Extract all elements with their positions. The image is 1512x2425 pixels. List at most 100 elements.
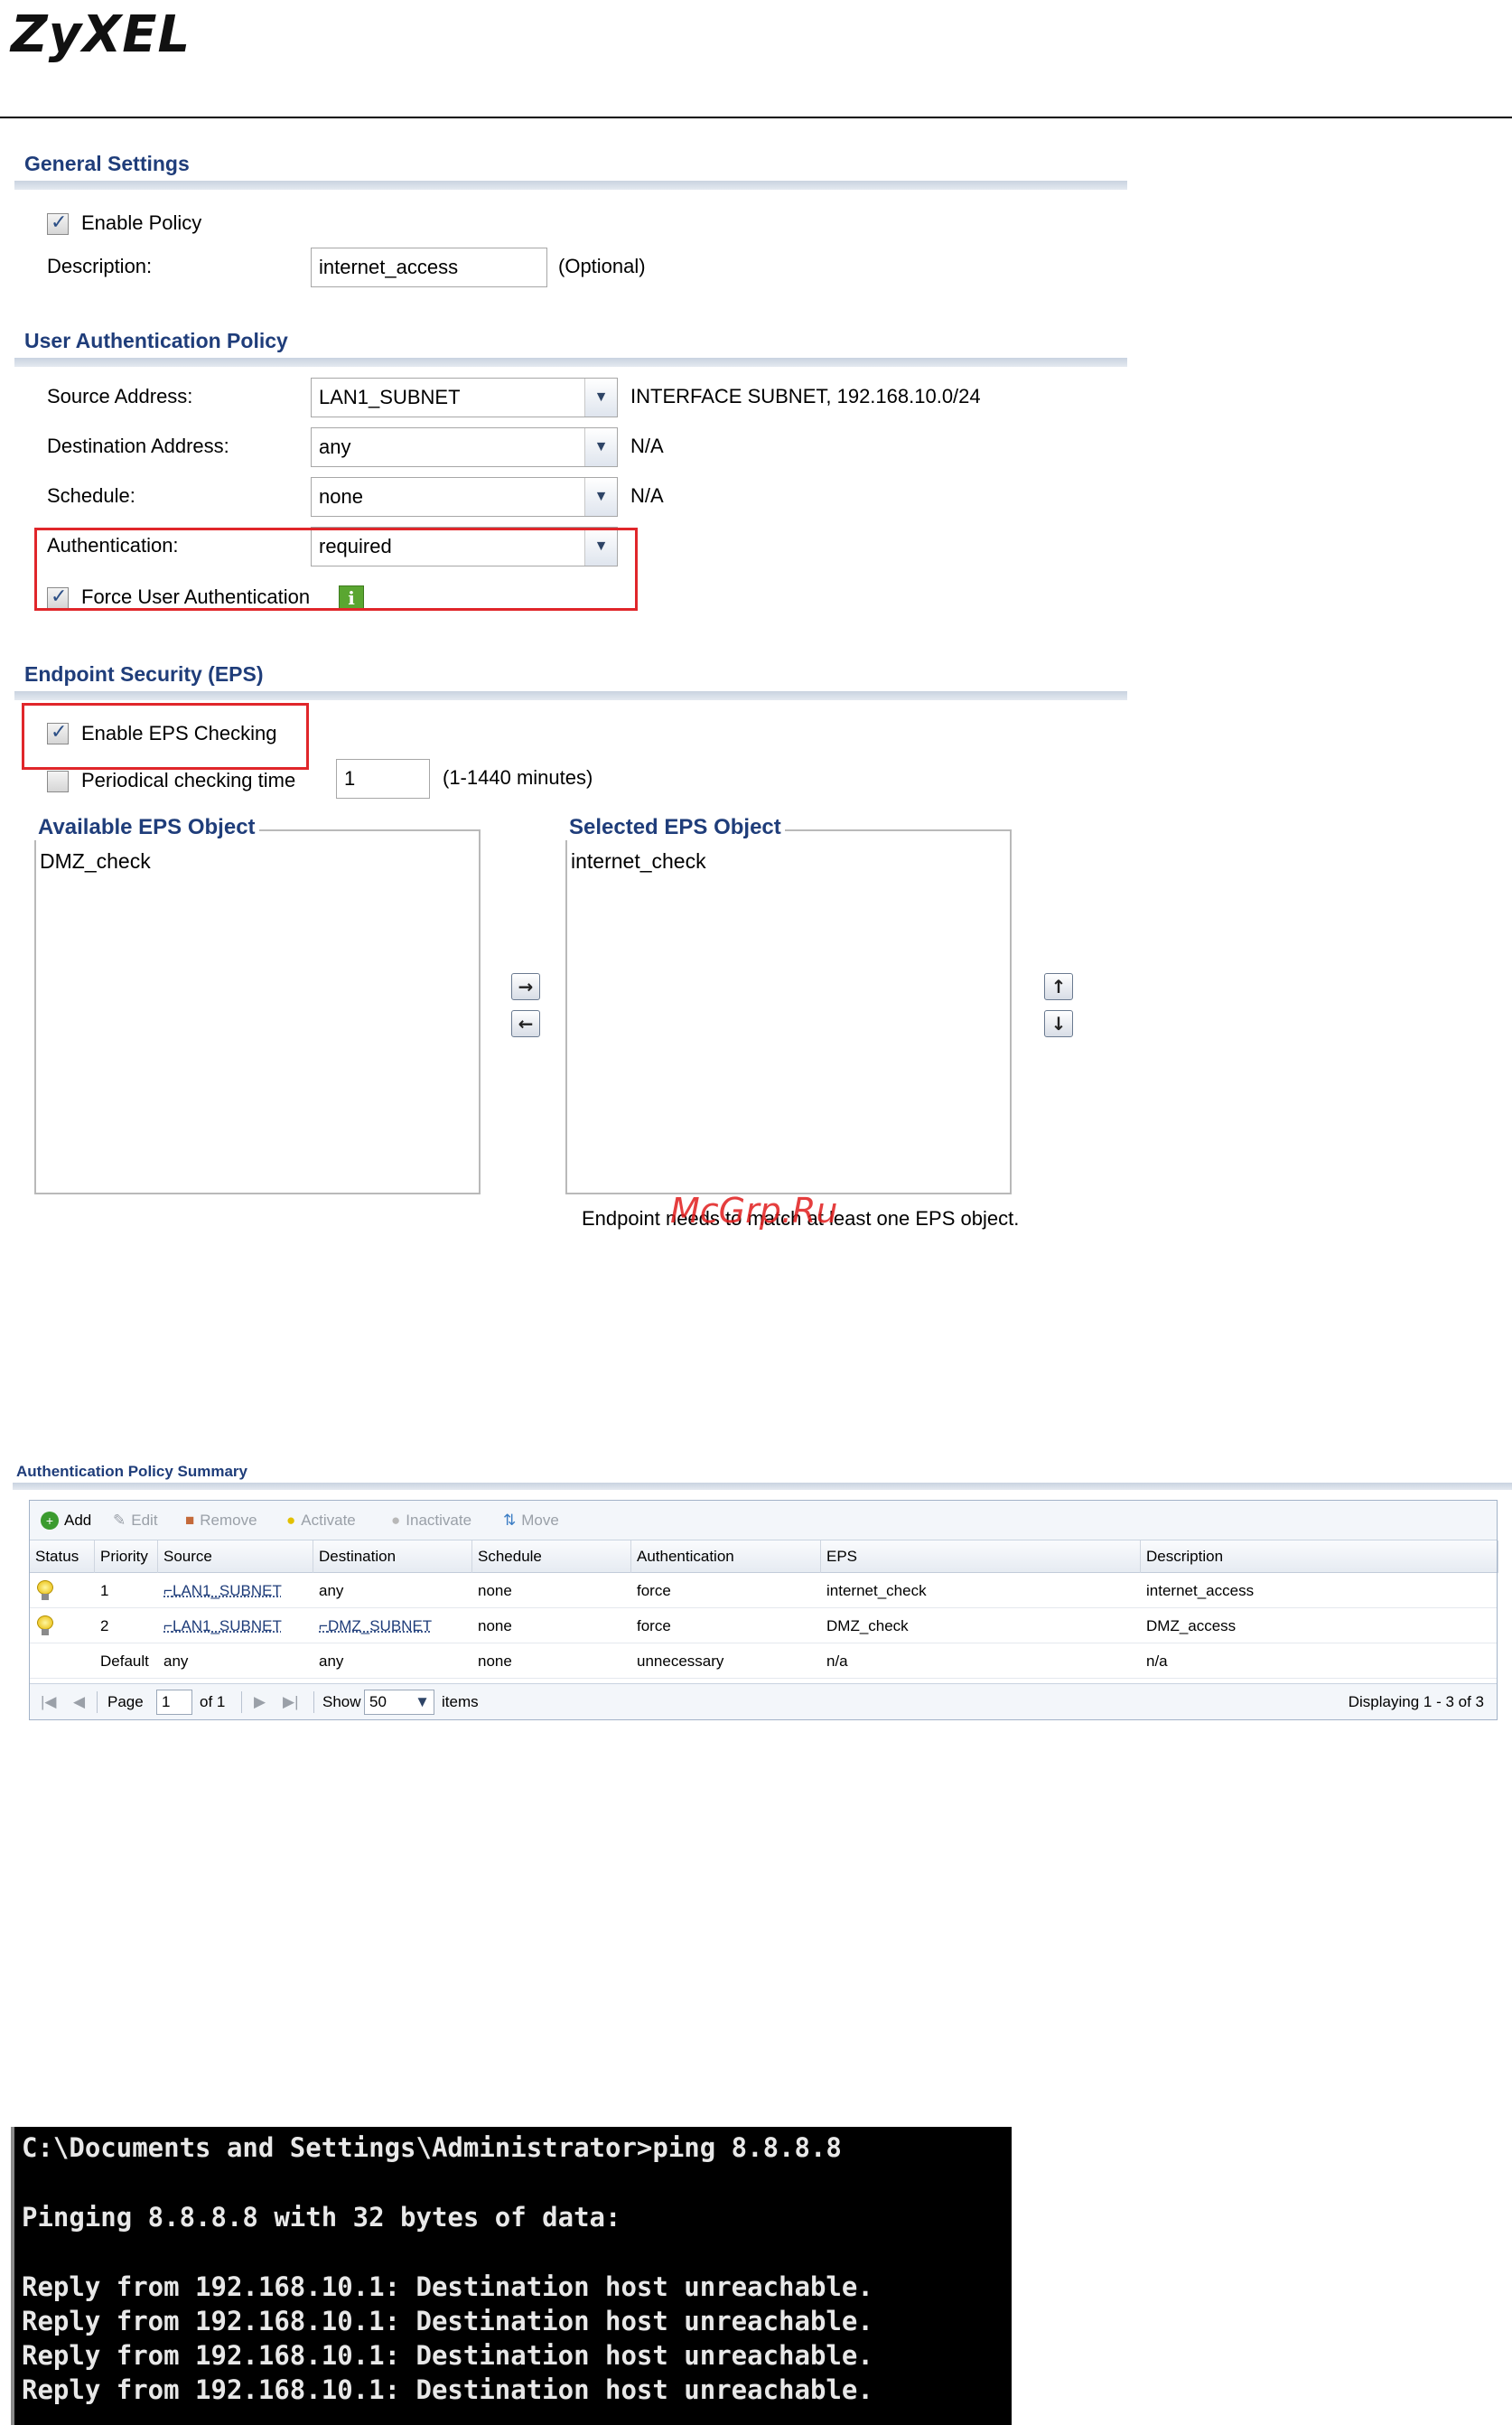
chevron-down-icon[interactable]: ▼ <box>415 1693 430 1711</box>
schedule-cell: none <box>478 1617 512 1634</box>
source-cell[interactable]: ⌐LAN1_SUBNET <box>158 1608 287 1643</box>
section-divider <box>14 358 1127 367</box>
pager-divider <box>97 1691 98 1713</box>
page-size-select[interactable]: 50 ▼ <box>364 1690 434 1715</box>
priority-cell: Default <box>100 1653 149 1670</box>
console-line: Reply from 192.168.10.1: Destination hos… <box>22 2306 873 2336</box>
source-address-label: Source Address: <box>47 385 193 407</box>
table-row[interactable]: 1 ⌐LAN1_SUBNET any none force internet_c… <box>30 1573 1497 1608</box>
authentication-cell: force <box>637 1582 671 1599</box>
command-prompt-window: C:\Documents and Settings\Administrator>… <box>14 2127 1012 2425</box>
arrow-left-icon[interactable]: ← <box>511 1010 540 1037</box>
add-button[interactable]: + Add <box>41 1512 91 1530</box>
schedule-value: none <box>319 485 363 508</box>
general-settings-title: General Settings <box>24 152 190 175</box>
last-page-icon[interactable]: ▶| <box>283 1693 299 1711</box>
edit-button[interactable]: ✎ Edit <box>113 1512 158 1530</box>
console-line: C:\Documents and Settings\Administrator>… <box>22 2132 842 2163</box>
periodical-time-hint: (1-1440 minutes) <box>443 766 593 789</box>
zyxel-logo: ZyXEL <box>11 5 191 64</box>
source-cell[interactable]: ⌐LAN1_SUBNET <box>158 1573 287 1608</box>
enable-policy-label: Enable Policy <box>81 211 202 234</box>
arrow-right-icon[interactable]: → <box>511 973 540 1000</box>
move-icon: ⇅ <box>503 1512 517 1529</box>
console-line: Reply from 192.168.10.1: Destination hos… <box>22 2340 873 2371</box>
description-label: Description: <box>47 255 153 277</box>
priority-cell: 2 <box>100 1617 109 1634</box>
description-hint: (Optional) <box>558 255 646 277</box>
pager-divider <box>313 1691 314 1713</box>
description-cell: n/a <box>1146 1653 1168 1670</box>
schedule-cell: none <box>478 1653 512 1670</box>
selected-eps-title: Selected EPS Object <box>565 815 785 840</box>
console-line: Reply from 192.168.10.1: Destination hos… <box>22 2271 873 2302</box>
destination-cell: any <box>319 1582 344 1599</box>
column-header[interactable]: Schedule <box>472 1540 631 1573</box>
bulb-icon: ● <box>286 1512 296 1529</box>
source-cell: any <box>163 1653 189 1670</box>
move-button[interactable]: ⇅ Move <box>503 1512 559 1530</box>
schedule-select[interactable]: none ▼ <box>311 477 618 517</box>
column-header[interactable]: Destination <box>313 1540 472 1573</box>
column-header[interactable]: Authentication <box>631 1540 821 1573</box>
eps-cell: internet_check <box>826 1582 927 1599</box>
page-count-label: of 1 <box>200 1693 226 1710</box>
header-divider <box>0 117 1512 118</box>
chevron-down-icon[interactable]: ▼ <box>584 478 617 516</box>
schedule-cell: none <box>478 1582 512 1599</box>
enable-policy-checkbox[interactable] <box>47 211 69 235</box>
available-eps-list[interactable]: DMZ_check <box>34 829 481 1194</box>
section-divider <box>13 1483 1512 1490</box>
destination-address-select[interactable]: any ▼ <box>311 427 618 467</box>
list-item[interactable]: DMZ_check <box>40 849 151 874</box>
page-number-input[interactable]: 1 <box>156 1690 192 1715</box>
arrow-down-icon[interactable]: ↓ <box>1044 1010 1073 1037</box>
available-eps-title: Available EPS Object <box>34 815 259 840</box>
displaying-label: Displaying 1 - 3 of 3 <box>1348 1693 1484 1710</box>
table-row[interactable]: Default any any none unnecessary n/a n/a <box>30 1643 1497 1679</box>
destination-address-info: N/A <box>630 435 664 457</box>
page-label: Page <box>107 1693 144 1710</box>
table-row[interactable]: 2 ⌐LAN1_SUBNET ⌐DMZ_SUBNET none force DM… <box>30 1608 1497 1643</box>
inactivate-button[interactable]: ● Inactivate <box>391 1512 471 1530</box>
column-header[interactable]: Description <box>1141 1540 1498 1573</box>
authentication-cell: force <box>637 1617 671 1634</box>
next-page-icon[interactable]: ▶ <box>254 1693 266 1711</box>
destination-cell[interactable]: ⌐DMZ_SUBNET <box>313 1608 437 1643</box>
eps-cell: n/a <box>826 1653 848 1670</box>
activate-button[interactable]: ● Activate <box>286 1512 356 1530</box>
description-cell: internet_access <box>1146 1582 1255 1599</box>
eps-title: Endpoint Security (EPS) <box>24 662 264 686</box>
periodical-checking-checkbox[interactable] <box>47 771 69 792</box>
remove-button[interactable]: ■ Remove <box>185 1512 257 1530</box>
section-divider <box>14 181 1127 190</box>
chevron-down-icon[interactable]: ▼ <box>584 379 617 417</box>
user-auth-policy-title: User Authentication Policy <box>24 329 288 352</box>
list-item[interactable]: internet_check <box>571 849 706 874</box>
console-line: Pinging 8.8.8.8 with 32 bytes of data: <box>22 2202 621 2233</box>
selected-eps-list[interactable]: internet_check <box>565 829 1012 1194</box>
source-address-select[interactable]: LAN1_SUBNET ▼ <box>311 378 618 417</box>
description-input[interactable]: internet_access <box>311 248 547 287</box>
arrow-up-icon[interactable]: ↑ <box>1044 973 1073 1000</box>
destination-cell: any <box>319 1653 344 1670</box>
pager-divider <box>241 1691 242 1713</box>
column-header[interactable]: Priority <box>95 1540 158 1573</box>
show-label: Show <box>322 1693 361 1710</box>
highlight-box <box>34 528 638 611</box>
source-address-info: INTERFACE SUBNET, 192.168.10.0/24 <box>630 385 981 407</box>
priority-cell: 1 <box>100 1582 109 1599</box>
console-line: Reply from 192.168.10.1: Destination hos… <box>22 2374 873 2405</box>
column-header[interactable]: Source <box>158 1540 313 1573</box>
column-header[interactable]: EPS <box>821 1540 1141 1573</box>
periodical-checking-label: Periodical checking time <box>81 769 296 791</box>
periodical-time-input[interactable]: 1 <box>336 759 430 799</box>
bulb-on-icon <box>37 1580 53 1600</box>
summary-title: Authentication Policy Summary <box>16 1463 247 1480</box>
destination-address-value: any <box>319 435 351 458</box>
chevron-down-icon[interactable]: ▼ <box>584 428 617 466</box>
first-page-icon[interactable]: |◀ <box>41 1693 57 1711</box>
column-header[interactable]: Status <box>30 1540 95 1573</box>
watermark: McGrp.Ru <box>670 1191 838 1231</box>
prev-page-icon[interactable]: ◀ <box>73 1693 85 1711</box>
